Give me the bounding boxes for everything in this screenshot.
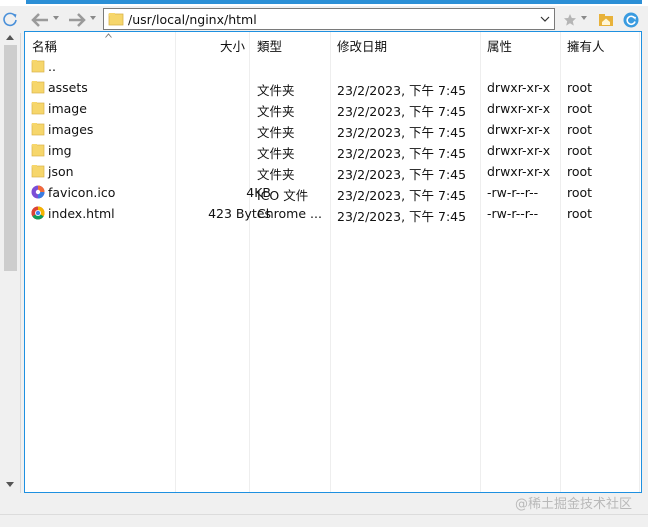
column-header-modified[interactable]: 修改日期 — [337, 36, 387, 54]
ico-file-icon — [31, 185, 45, 199]
file-type: 文件夹 — [257, 125, 295, 140]
file-name: favicon.ico — [48, 185, 116, 200]
file-name: image — [48, 101, 87, 116]
scroll-up-arrow-icon[interactable] — [6, 35, 14, 40]
column-header-modified-label: 修改日期 — [337, 39, 388, 54]
file-list-panel: 名稱 大小 類型 修改日期 属性 擁有人 .. assets 文件夹 23/2/… — [24, 31, 642, 493]
file-owner: root — [567, 185, 593, 200]
file-modified: 23/2/2023, 下午 7:45 — [337, 83, 467, 98]
active-tab-indicator — [26, 0, 642, 4]
file-owner: root — [567, 122, 593, 137]
scroll-down-arrow-icon[interactable] — [6, 482, 14, 487]
chevron-down-icon[interactable] — [540, 14, 550, 24]
file-name: index.html — [48, 206, 115, 221]
file-modified: 23/2/2023, 下午 7:45 — [337, 188, 467, 203]
file-row-img[interactable]: img 文件夹 23/2/2023, 下午 7:45 drwxr-xr-x ro… — [25, 140, 641, 161]
back-arrow-icon — [31, 13, 48, 27]
file-type: 文件夹 — [257, 167, 295, 182]
file-owner: root — [567, 164, 593, 179]
file-permissions: drwxr-xr-x — [487, 143, 551, 158]
file-name: assets — [48, 80, 88, 95]
scroll-thumb[interactable] — [4, 45, 17, 271]
file-modified: 23/2/2023, 下午 7:45 — [337, 167, 467, 182]
forward-arrow-icon — [69, 13, 86, 27]
folder-icon — [31, 144, 45, 157]
file-row-json[interactable]: json 文件夹 23/2/2023, 下午 7:45 drwxr-xr-x r… — [25, 161, 641, 182]
home-folder-icon — [599, 14, 613, 26]
left-scrollbar[interactable] — [0, 33, 21, 493]
file-owner: root — [567, 143, 593, 158]
file-permissions: -rw-r--r-- — [487, 206, 539, 221]
column-header-type-label: 類型 — [257, 39, 283, 54]
back-button[interactable] — [30, 10, 50, 30]
file-permissions: drwxr-xr-x — [487, 122, 551, 137]
file-modified: 23/2/2023, 下午 7:45 — [337, 125, 467, 140]
column-header-name[interactable]: 名稱 — [32, 33, 112, 54]
parent-folder-icon — [31, 60, 45, 73]
watermark: @稀土掘金技术社区 — [514, 497, 632, 512]
folder-icon — [108, 13, 124, 26]
star-icon — [564, 14, 576, 26]
file-type: 文件夹 — [257, 104, 295, 119]
sync-icon[interactable] — [1, 10, 19, 28]
folder-icon — [31, 123, 45, 136]
refresh-icon — [623, 12, 639, 28]
sort-up-icon — [105, 33, 112, 38]
bookmark-button[interactable] — [562, 10, 578, 30]
file-owner: root — [567, 101, 593, 116]
file-row-assets[interactable]: assets 文件夹 23/2/2023, 下午 7:45 drwxr-xr-x… — [25, 77, 641, 98]
bookmark-dropdown[interactable] — [581, 16, 587, 20]
file-permissions: drwxr-xr-x — [487, 164, 551, 179]
file-permissions: drwxr-xr-x — [487, 101, 551, 116]
file-row-index-html[interactable]: index.html 423 Bytes Chrome ... 23/2/202… — [25, 203, 641, 224]
column-header-size[interactable]: 大小 — [220, 36, 245, 54]
back-history-dropdown[interactable] — [53, 16, 59, 20]
file-type: ICO 文件 — [257, 188, 309, 203]
column-header-name-label: 名稱 — [32, 39, 58, 54]
column-header-type[interactable]: 類型 — [257, 36, 282, 54]
file-owner: root — [567, 80, 593, 95]
file-row-image[interactable]: image 文件夹 23/2/2023, 下午 7:45 drwxr-xr-x … — [25, 98, 641, 119]
column-header-size-label: 大小 — [219, 39, 245, 54]
file-row-parent[interactable]: .. — [25, 56, 641, 77]
file-modified: 23/2/2023, 下午 7:45 — [337, 146, 467, 161]
file-name: json — [48, 164, 74, 179]
file-permissions: drwxr-xr-x — [487, 80, 551, 95]
chrome-icon — [31, 206, 45, 220]
status-bar — [0, 514, 648, 527]
file-row-images[interactable]: images 文件夹 23/2/2023, 下午 7:45 drwxr-xr-x… — [25, 119, 641, 140]
column-header-permissions-label: 属性 — [487, 39, 513, 54]
file-permissions: -rw-r--r-- — [487, 185, 539, 200]
path-text: /usr/local/nginx/html — [128, 12, 257, 27]
file-type: 文件夹 — [257, 146, 295, 161]
folder-icon — [31, 102, 45, 115]
path-input[interactable]: /usr/local/nginx/html — [103, 8, 555, 30]
file-type: Chrome ... — [257, 206, 322, 221]
column-header-owner[interactable]: 擁有人 — [567, 36, 605, 54]
file-name: img — [48, 143, 72, 158]
folder-icon — [31, 165, 45, 178]
folder-icon — [31, 81, 45, 94]
file-owner: root — [567, 206, 593, 221]
home-folder-button[interactable] — [597, 10, 615, 30]
column-header-permissions[interactable]: 属性 — [487, 36, 512, 54]
file-name: .. — [48, 59, 56, 74]
forward-button[interactable] — [67, 10, 87, 30]
file-name: images — [48, 122, 94, 137]
refresh-button[interactable] — [622, 10, 640, 30]
forward-history-dropdown[interactable] — [90, 16, 96, 20]
file-modified: 23/2/2023, 下午 7:45 — [337, 104, 467, 119]
column-header-owner-label: 擁有人 — [567, 39, 605, 54]
file-modified: 23/2/2023, 下午 7:45 — [337, 209, 467, 224]
file-type: 文件夹 — [257, 83, 295, 98]
file-row-favicon[interactable]: favicon.ico 4KB ICO 文件 23/2/2023, 下午 7:4… — [25, 182, 641, 203]
